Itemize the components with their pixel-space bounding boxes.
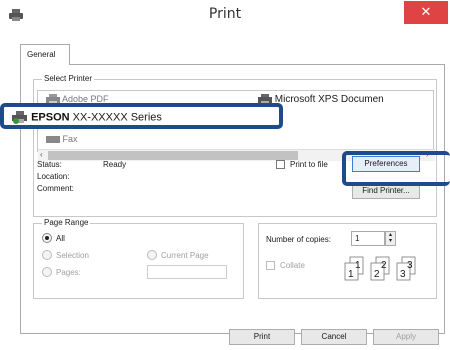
collate-page-3b: 3 bbox=[407, 260, 413, 271]
cancel-button[interactable]: Cancel bbox=[301, 329, 367, 345]
collate-page-2a: 2 bbox=[374, 269, 380, 280]
printer-name: Microsoft XPS Documen bbox=[274, 94, 384, 106]
printer-item-epson[interactable]: EPSON XX-XXXXX Series bbox=[12, 111, 162, 124]
copies-spinner[interactable]: ▴ ▾ bbox=[385, 231, 396, 246]
print-dialog: Print ✕ General Select Printer Adobe PDF… bbox=[0, 0, 450, 350]
select-printer-group: Select Printer Adobe PDF Microsoft XPS D… bbox=[33, 74, 437, 217]
comment-label: Comment: bbox=[37, 184, 74, 193]
printer-default-icon bbox=[12, 111, 27, 124]
number-of-copies-label: Number of copies: bbox=[266, 235, 331, 244]
status-label: Status: bbox=[37, 160, 62, 169]
collate-page-2b: 2 bbox=[381, 260, 387, 271]
collate-page-1a: 1 bbox=[348, 269, 354, 280]
window-title: Print bbox=[208, 6, 242, 22]
radio-current-page[interactable] bbox=[147, 250, 157, 260]
selected-printer-brand: EPSON bbox=[31, 111, 70, 124]
copies-input[interactable]: 1 bbox=[351, 231, 385, 246]
title-bar: Print ✕ bbox=[0, 0, 450, 30]
selected-printer-model: XX-XXXXX Series bbox=[69, 111, 162, 124]
print-to-file-label: Print to file bbox=[290, 160, 328, 169]
scroll-thumb[interactable] bbox=[48, 151, 298, 160]
radio-pages[interactable] bbox=[42, 267, 52, 277]
collate-page-3a: 3 bbox=[400, 269, 406, 280]
radio-all-label: All bbox=[56, 234, 65, 243]
status-value: Ready bbox=[103, 160, 127, 169]
radio-selection[interactable] bbox=[42, 250, 52, 260]
collate-page-1b: 1 bbox=[355, 260, 361, 271]
page-range-group: Page Range All Selection Current Page Pa… bbox=[33, 218, 244, 299]
tab-general[interactable]: General bbox=[20, 44, 70, 65]
copies-group: Number of copies: 1 ▴ ▾ Collate 1 1 2 2 3… bbox=[258, 223, 437, 299]
location-label: Location: bbox=[37, 172, 70, 181]
radio-current-page-label: Current Page bbox=[161, 251, 209, 260]
radio-all[interactable] bbox=[42, 233, 52, 243]
collate-checkbox[interactable] bbox=[266, 261, 275, 270]
page-range-label: Page Range bbox=[42, 218, 91, 227]
select-printer-label: Select Printer bbox=[42, 74, 95, 83]
close-button[interactable]: ✕ bbox=[404, 1, 448, 24]
collate-label: Collate bbox=[280, 261, 305, 270]
printer-item-fax[interactable]: Fax bbox=[46, 134, 78, 144]
radio-selection-label: Selection bbox=[56, 251, 89, 260]
selected-printer-highlight[interactable]: EPSON XX-XXXXX Series bbox=[0, 103, 283, 129]
radio-pages-label: Pages: bbox=[56, 268, 81, 277]
print-to-file-checkbox[interactable] bbox=[276, 160, 285, 169]
scroll-left-icon[interactable]: ‹ bbox=[40, 150, 43, 159]
pages-input[interactable] bbox=[147, 265, 227, 279]
fax-icon bbox=[46, 136, 60, 144]
printer-name: Fax bbox=[62, 134, 78, 144]
print-button[interactable]: Print bbox=[229, 329, 295, 345]
apply-button[interactable]: Apply bbox=[373, 329, 439, 345]
preferences-highlight bbox=[342, 151, 450, 186]
